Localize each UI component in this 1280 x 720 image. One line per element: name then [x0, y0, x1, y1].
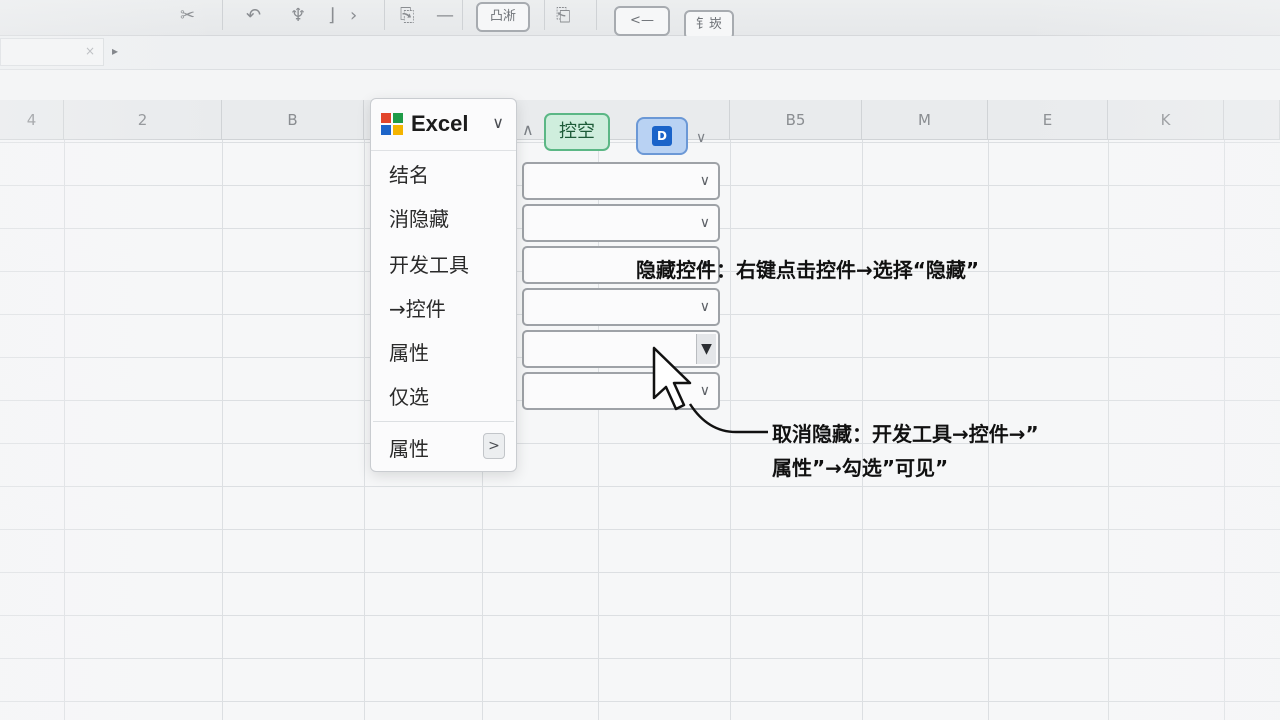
- column-gridline: [862, 100, 863, 720]
- column-gridline: [364, 100, 365, 720]
- combo-box[interactable]: ∨: [522, 372, 720, 410]
- toolbar-divider: [384, 0, 385, 30]
- column-header[interactable]: 4: [0, 100, 64, 140]
- menu-item[interactable]: 开发工具: [389, 249, 469, 278]
- clipboard-icon[interactable]: ⎗: [556, 2, 570, 30]
- unhide-instruction-line2: 属性”→勾选”可见”: [772, 456, 949, 480]
- combo-box[interactable]: ∨: [522, 204, 720, 242]
- column-gridline: [988, 100, 989, 720]
- chevron-down-icon[interactable]: ∨: [492, 113, 504, 132]
- column-gridline: [1224, 100, 1225, 720]
- dropdown-triangle-icon[interactable]: ▼: [696, 334, 716, 364]
- caret-up-icon[interactable]: ∧: [522, 120, 534, 139]
- close-icon[interactable]: ×: [85, 44, 95, 58]
- excel-context-menu: Excel ∨ 结名 消隐藏 开发工具 →控件 属性 仅选 属性 >: [370, 98, 517, 472]
- column-header[interactable]: M: [862, 100, 988, 140]
- column-gridline: [730, 100, 731, 720]
- back-button[interactable]: <—: [614, 6, 670, 36]
- format-painter-icon[interactable]: ♆: [290, 2, 306, 30]
- column-header[interactable]: 2: [64, 100, 222, 140]
- name-box[interactable]: ×: [0, 38, 104, 66]
- menu-item[interactable]: 结名: [389, 159, 429, 188]
- menu-divider: [373, 421, 514, 422]
- column-gridline: [222, 100, 223, 720]
- minus-icon[interactable]: —: [436, 2, 454, 30]
- menu-item[interactable]: 仅选: [389, 381, 429, 410]
- toolbar-divider: [222, 0, 223, 30]
- column-gridline: [64, 100, 65, 720]
- paste-button[interactable]: 凸淅: [476, 2, 530, 32]
- formula-expand-icon[interactable]: ▸: [112, 44, 118, 58]
- combo-box[interactable]: ∨: [522, 162, 720, 200]
- hide-instruction: 隐藏控件：右键点击控件→选择“隐藏”: [636, 258, 980, 282]
- control-button[interactable]: 控空: [544, 113, 610, 151]
- formula-bar: × ▸: [0, 36, 1280, 70]
- chevron-down-icon[interactable]: ∨: [700, 173, 710, 189]
- menu-item[interactable]: 属性: [389, 337, 429, 366]
- bracket-icon[interactable]: ⌋: [328, 2, 335, 30]
- cut-icon[interactable]: ✂: [180, 2, 195, 30]
- chevron-down-icon[interactable]: ∨: [700, 215, 710, 231]
- column-header-blank[interactable]: [1224, 100, 1280, 140]
- toolbar-divider: [544, 0, 545, 30]
- column-gridline: [1108, 100, 1109, 720]
- toolbar: ✂ ↶ ♆ ⌋ › ⎘ — 凸淅 ⎗ <— 钅崁: [0, 0, 1280, 40]
- column-header[interactable]: K: [1108, 100, 1224, 140]
- column-header[interactable]: E: [988, 100, 1108, 140]
- chevron-down-icon[interactable]: ∨: [696, 130, 706, 146]
- toolbar-divider: [462, 0, 463, 30]
- menu-item[interactable]: 消隐藏: [389, 203, 449, 232]
- menu-title: Excel: [411, 111, 469, 136]
- combo-box[interactable]: ∨: [522, 288, 720, 326]
- d-button[interactable]: D: [636, 117, 688, 155]
- redo-icon[interactable]: ›: [350, 2, 357, 30]
- excel-logo-icon: [381, 113, 403, 135]
- unhide-instruction-line1: 取消隐藏：开发工具→控件→”: [772, 422, 1039, 446]
- menu-header[interactable]: Excel ∨: [371, 99, 516, 151]
- column-header[interactable]: B: [222, 100, 364, 140]
- d-badge: D: [652, 126, 672, 146]
- chevron-down-icon[interactable]: ∨: [700, 299, 710, 315]
- column-header[interactable]: B5: [730, 100, 862, 140]
- menu-item-submenu[interactable]: 属性: [389, 433, 429, 462]
- menu-item[interactable]: →控件: [389, 293, 446, 322]
- chevron-right-icon[interactable]: >: [483, 433, 505, 459]
- copy-icon[interactable]: ⎘: [400, 2, 414, 30]
- combo-box-hovered[interactable]: ▼: [522, 330, 720, 368]
- chevron-down-icon[interactable]: ∨: [700, 383, 710, 399]
- undo-icon[interactable]: ↶: [246, 2, 261, 30]
- toolbar-divider: [596, 0, 597, 30]
